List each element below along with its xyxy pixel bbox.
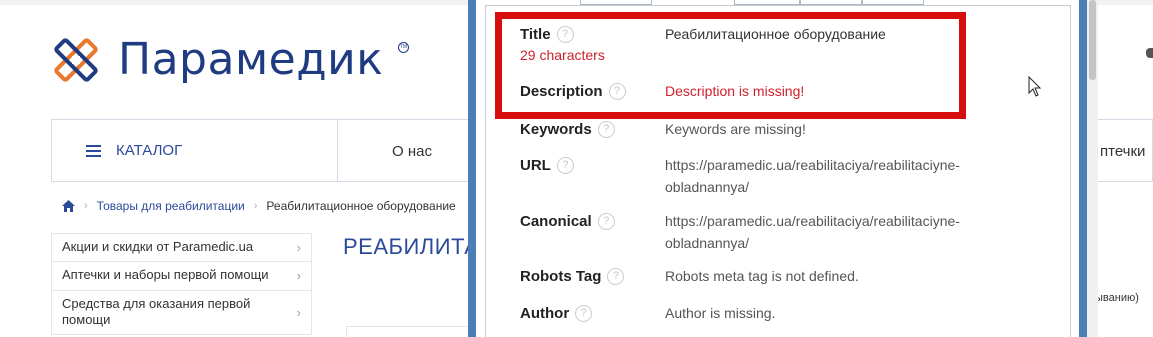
chevron-right-icon: ›: [296, 304, 301, 320]
keywords-row-label: Keywords ?: [520, 121, 615, 138]
breadcrumb: › Товары для реабилитации › Реабилитацио…: [62, 199, 456, 213]
url-value-line: obladnannya/: [665, 179, 750, 195]
product-card-partial: [346, 326, 486, 337]
sidebar-item-first-aid-kits[interactable]: Аптечки и наборы первой помощи ›: [51, 262, 312, 291]
help-icon[interactable]: ?: [607, 268, 625, 285]
robots-row-label: Robots Tag ?: [520, 268, 625, 285]
author-value: Author is missing.: [665, 305, 776, 321]
url-value-line: https://paramedic.ua/reabilitaciya/reabi…: [665, 157, 960, 173]
canonical-label: Canonical: [520, 213, 592, 230]
page-title: РЕАБИЛИТА: [343, 234, 480, 259]
trademark-badge: TM: [398, 42, 409, 53]
canonical-value[interactable]: https://paramedic.ua/reabilitaciya/reabi…: [665, 210, 960, 254]
canonical-value-line: https://paramedic.ua/reabilitaciya/reabi…: [665, 213, 960, 229]
logo-text: Парамедик: [118, 34, 384, 85]
url-value[interactable]: https://paramedic.ua/reabilitaciya/reabi…: [665, 154, 960, 198]
sort-option-partial[interactable]: ыванию): [1095, 292, 1139, 304]
scrollbar-thumb[interactable]: [1089, 0, 1096, 80]
breadcrumb-separator-icon: ›: [84, 200, 88, 212]
catalog-menu-button[interactable]: КАТАЛОГ: [52, 120, 338, 181]
help-icon[interactable]: ?: [575, 305, 593, 322]
keywords-label: Keywords: [520, 121, 592, 138]
url-row-label: URL ?: [520, 157, 574, 174]
sidebar-item-promotions[interactable]: Акции и скидки от Paramedic.ua ›: [51, 233, 312, 262]
sidebar-item-label: Аптечки и наборы первой помощи: [62, 267, 269, 282]
author-row-label: Author ?: [520, 305, 593, 322]
home-icon[interactable]: [62, 200, 75, 212]
author-label: Author: [520, 305, 570, 322]
nav-link-about[interactable]: О нас: [392, 143, 432, 160]
annotation-highlight-box: [495, 12, 966, 119]
catalog-label: КАТАЛОГ: [116, 142, 183, 159]
nav-link-first-aid-kits[interactable]: птечки: [1100, 143, 1145, 160]
seo-panel-body: Title ? Реабилитационное оборудование 29…: [476, 0, 1079, 337]
help-icon[interactable]: ?: [597, 121, 615, 138]
breadcrumb-current: Реабилитационное оборудование: [266, 199, 456, 213]
canonical-row-label: Canonical ?: [520, 213, 615, 230]
robots-value: Robots meta tag is not defined.: [665, 268, 859, 284]
site-logo[interactable]: Парамедик: [50, 34, 383, 86]
page-scrollbar[interactable]: [1087, 0, 1098, 337]
header-icon-partial[interactable]: [1146, 48, 1153, 58]
sidebar-item-label: Средства для оказания первой помощи: [62, 296, 251, 327]
sidebar-item-label: Акции и скидки от Paramedic.ua: [62, 239, 254, 254]
hamburger-icon: [86, 144, 101, 157]
chevron-right-icon: ›: [296, 268, 301, 283]
breadcrumb-separator-icon: ›: [253, 200, 258, 212]
robots-label: Robots Tag: [520, 268, 602, 285]
help-icon[interactable]: ?: [597, 213, 615, 230]
keywords-value: Keywords are missing!: [665, 121, 806, 137]
chevron-right-icon: ›: [296, 239, 301, 255]
seo-extension-panel: Title ? Реабилитационное оборудование 29…: [468, 0, 1087, 337]
help-icon[interactable]: ?: [556, 157, 574, 174]
mouse-cursor-icon: [1028, 76, 1042, 97]
category-sidebar: Акции и скидки от Paramedic.ua › Аптечки…: [51, 233, 312, 335]
canonical-value-line: obladnannya/: [665, 235, 750, 251]
breadcrumb-link-rehab-goods[interactable]: Товары для реабилитации: [97, 199, 245, 213]
url-label: URL: [520, 157, 551, 174]
sidebar-item-first-aid-supplies[interactable]: Средства для оказания первой помощи ›: [51, 291, 312, 335]
logo-cross-icon: [54, 38, 98, 82]
